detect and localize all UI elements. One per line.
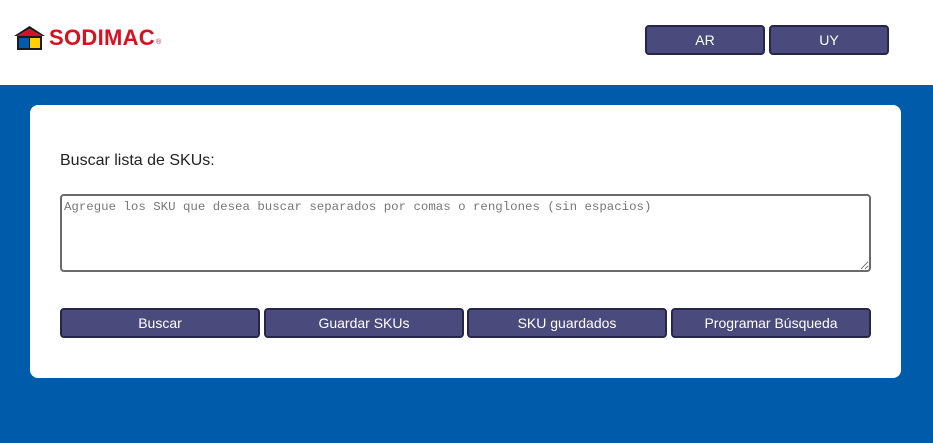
sku-list-input[interactable] <box>60 194 871 272</box>
search-card: Buscar lista de SKUs: Buscar Guardar SKU… <box>30 105 901 378</box>
top-header: SODIMAC ® AR UY <box>0 0 933 85</box>
saved-skus-button[interactable]: SKU guardados <box>467 308 667 338</box>
brand-name: SODIMAC <box>49 25 155 50</box>
search-button[interactable]: Buscar <box>60 308 260 338</box>
main-content: Buscar lista de SKUs: Buscar Guardar SKU… <box>0 85 933 443</box>
schedule-search-button[interactable]: Programar Búsqueda <box>671 308 871 338</box>
house-logo-icon <box>14 26 45 50</box>
search-title: Buscar lista de SKUs: <box>60 152 215 169</box>
country-button-uy[interactable]: UY <box>769 25 889 55</box>
sodimac-logo[interactable]: SODIMAC ® <box>12 25 161 51</box>
save-skus-button[interactable]: Guardar SKUs <box>264 308 464 338</box>
country-button-ar[interactable]: AR <box>645 25 765 55</box>
registered-mark: ® <box>156 39 162 46</box>
